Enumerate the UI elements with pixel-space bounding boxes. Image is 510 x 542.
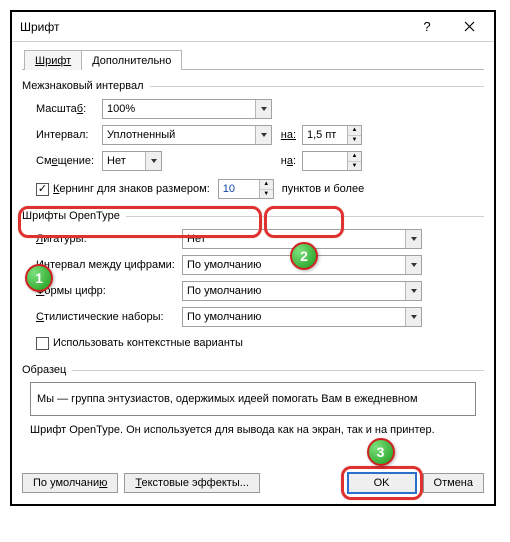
spinner-arrows-icon: ▲▼ (347, 152, 361, 170)
spacing-by-label: на: (272, 129, 302, 141)
position-by-label: на: (162, 155, 302, 167)
annotation-marker-2: 2 (290, 242, 318, 270)
position-combo[interactable]: Нет (102, 151, 162, 171)
kerning-checkbox[interactable]: ✓ (36, 183, 49, 196)
tab-advanced[interactable]: Дополнительно (81, 50, 182, 70)
spacing-combo[interactable]: Уплотненный (102, 125, 272, 145)
numforms-combo[interactable]: По умолчанию (182, 281, 422, 301)
annotation-marker-3: 3 (367, 438, 395, 466)
close-button[interactable] (448, 13, 490, 41)
spinner-arrows-icon: ▲▼ (259, 180, 273, 198)
chevron-down-icon (405, 308, 421, 326)
position-label: Смещение: (22, 155, 102, 167)
ok-button[interactable]: OK (347, 472, 417, 494)
window-title: Шрифт (20, 20, 406, 34)
button-bar: По умолчанию Текстовые эффекты... OK 3 О… (12, 466, 494, 504)
spacing-by-spin[interactable]: 1,5 пт ▲▼ (302, 125, 362, 145)
chevron-down-icon (145, 152, 161, 170)
tabstrip: Шрифт Дополнительно (24, 50, 484, 70)
stylistic-combo[interactable]: По умолчанию (182, 307, 422, 327)
annotation-marker-1: 1 (25, 264, 53, 292)
text-effects-button[interactable]: Текстовые эффекты... (124, 473, 260, 493)
help-button[interactable]: ? (406, 13, 448, 41)
position-by-spin[interactable]: ▲▼ (302, 151, 362, 171)
sample-box: Мы — группа энтузиастов, одержимых идеей… (30, 382, 476, 416)
contextual-checkbox[interactable] (36, 337, 49, 350)
ligatures-label: Лигатуры: (22, 233, 182, 245)
kerning-suffix: пунктов и более (282, 183, 364, 195)
cancel-button[interactable]: Отмена (423, 473, 484, 493)
stylistic-label: Стилистические наборы: (22, 311, 182, 323)
chevron-down-icon (405, 282, 421, 300)
chevron-down-icon (255, 100, 271, 118)
chevron-down-icon (405, 256, 421, 274)
titlebar: Шрифт ? (12, 12, 494, 42)
tab-font[interactable]: Шрифт (24, 50, 82, 70)
close-icon (464, 21, 475, 32)
contextual-label: Использовать контекстные варианты (53, 337, 243, 349)
default-button[interactable]: По умолчанию (22, 473, 118, 493)
spacing-label: Интервал: (22, 129, 102, 141)
chevron-down-icon (255, 126, 271, 144)
spinner-arrows-icon: ▲▼ (347, 126, 361, 144)
scale-label: Масштаб: (22, 103, 102, 115)
group-opentype: Шрифты OpenType (22, 210, 484, 222)
kerning-label: Кернинг для знаков размером: (53, 183, 210, 195)
font-note: Шрифт OpenType. Он используется для выво… (30, 424, 476, 436)
kerning-spin[interactable]: 10 ▲▼ (218, 179, 274, 199)
chevron-down-icon (405, 230, 421, 248)
scale-combo[interactable]: 100% (102, 99, 272, 119)
group-sample: Образец (22, 364, 484, 376)
group-char-spacing: Межзнаковый интервал (22, 80, 484, 92)
